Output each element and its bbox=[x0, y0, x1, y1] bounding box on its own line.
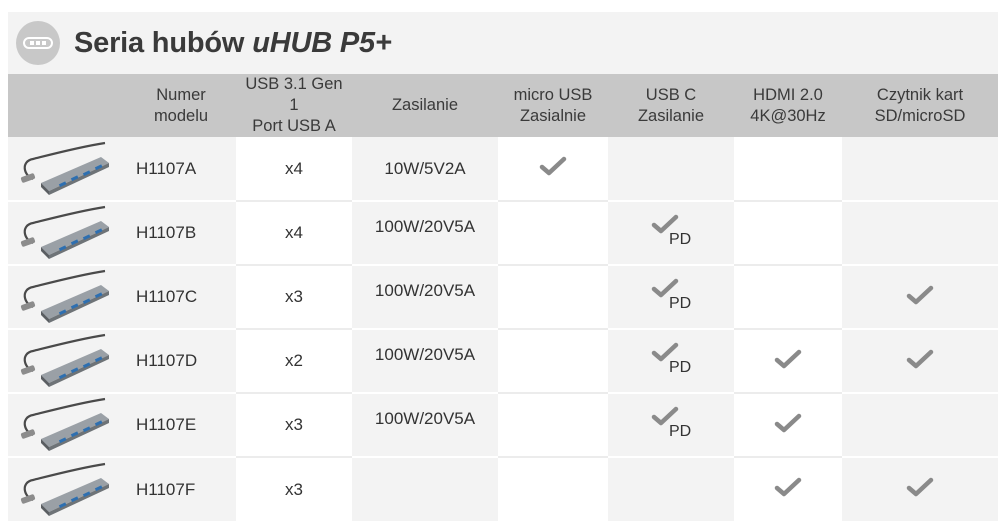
model-number-cell: H1107C bbox=[126, 264, 236, 329]
check-icon bbox=[906, 284, 934, 311]
power-value: 100W/20V5A bbox=[374, 345, 476, 364]
spec-panel: Seria hubów uHUB P5+ Numer modelu USB 3.1 G… bbox=[8, 12, 998, 521]
check-icon bbox=[774, 412, 802, 439]
col-image-header bbox=[8, 74, 126, 137]
model-number-cell: H1107E bbox=[126, 392, 236, 457]
hdmi-cell bbox=[734, 456, 842, 521]
check-pd-icon: PD bbox=[647, 275, 695, 315]
power-value: 100W/20V5A bbox=[374, 409, 476, 428]
usb-a-cell: x4 bbox=[236, 137, 352, 201]
col-power-header: Zasilanie bbox=[352, 74, 498, 137]
usb-c-cell bbox=[608, 456, 734, 521]
card-reader-cell bbox=[842, 392, 998, 457]
usb-hub-image bbox=[8, 139, 126, 199]
table-header-row: Numer modelu USB 3.1 Gen 1 Port USB A Zasila… bbox=[8, 74, 998, 137]
model-number-cell: H1107A bbox=[126, 137, 236, 201]
spec-table: Numer modelu USB 3.1 Gen 1 Port USB A Zasila… bbox=[8, 74, 998, 521]
pd-label: PD bbox=[669, 422, 692, 440]
check-icon bbox=[906, 476, 934, 503]
usb-a-cell: x3 bbox=[236, 392, 352, 457]
hdmi-cell bbox=[734, 392, 842, 457]
pd-label: PD bbox=[669, 358, 692, 376]
col-model-number-header: Numer modelu bbox=[126, 74, 236, 137]
check-icon bbox=[906, 348, 934, 375]
card-reader-cell bbox=[842, 328, 998, 393]
micro-usb-cell bbox=[498, 456, 608, 521]
table-row: H1107D x2 100W/20V5A PD bbox=[8, 328, 998, 393]
check-icon bbox=[774, 348, 802, 375]
col-card-reader-header: Czytnik kart SD/microSD bbox=[842, 74, 998, 137]
product-image-cell bbox=[8, 456, 126, 521]
hdmi-cell bbox=[734, 200, 842, 265]
power-cell bbox=[352, 456, 498, 521]
micro-usb-cell bbox=[498, 328, 608, 393]
product-image-cell bbox=[8, 392, 126, 457]
page-title: Seria hubów uHUB P5+ bbox=[74, 27, 392, 60]
table-body: H1107A x4 10W/5V2A H1107B x4 100W/20V5A PD H110… bbox=[8, 137, 998, 521]
power-value: 100W/20V5A bbox=[374, 217, 476, 236]
micro-usb-cell bbox=[498, 137, 608, 201]
product-image-cell bbox=[8, 137, 126, 201]
usb-a-cell: x3 bbox=[236, 456, 352, 521]
model-number-cell: H1107D bbox=[126, 328, 236, 393]
card-reader-cell bbox=[842, 200, 998, 265]
usb-c-cell: PD bbox=[608, 200, 734, 265]
usb-c-cell: PD bbox=[608, 392, 734, 457]
check-pd-icon: PD bbox=[647, 211, 695, 251]
usb-a-cell: x3 bbox=[236, 264, 352, 329]
col-usb-c-header: USB C Zasilanie bbox=[608, 74, 734, 137]
usb-hub-image bbox=[8, 331, 126, 391]
power-cell: 100W/20V5A bbox=[352, 264, 498, 329]
card-reader-cell bbox=[842, 456, 998, 521]
card-reader-cell bbox=[842, 264, 998, 329]
product-image-cell bbox=[8, 264, 126, 329]
product-image-cell bbox=[8, 200, 126, 265]
model-number-cell: H1107F bbox=[126, 456, 236, 521]
power-cell: 10W/5V2A bbox=[352, 137, 498, 201]
usb-c-cell: PD bbox=[608, 264, 734, 329]
col-micro-usb-header: micro USB Zasialnie bbox=[498, 74, 608, 137]
power-cell: 100W/20V5A bbox=[352, 328, 498, 393]
table-row: H1107E x3 100W/20V5A PD bbox=[8, 392, 998, 457]
hdmi-cell bbox=[734, 137, 842, 201]
pd-label: PD bbox=[669, 230, 692, 248]
col-usb-a-header: USB 3.1 Gen 1 Port USB A bbox=[236, 74, 352, 137]
micro-usb-cell bbox=[498, 200, 608, 265]
power-cell: 100W/20V5A bbox=[352, 392, 498, 457]
pd-label: PD bbox=[669, 294, 692, 312]
card-reader-cell bbox=[842, 137, 998, 201]
micro-usb-cell bbox=[498, 264, 608, 329]
micro-usb-cell bbox=[498, 392, 608, 457]
check-icon bbox=[774, 476, 802, 503]
hdmi-cell bbox=[734, 264, 842, 329]
power-cell: 100W/20V5A bbox=[352, 200, 498, 265]
col-hdmi-header: HDMI 2.0 4K@30Hz bbox=[734, 74, 842, 137]
usb-a-cell: x2 bbox=[236, 328, 352, 393]
usb-a-cell: x4 bbox=[236, 200, 352, 265]
title-bar: Seria hubów uHUB P5+ bbox=[8, 12, 998, 74]
usb-c-cell: PD bbox=[608, 328, 734, 393]
model-number-cell: H1107B bbox=[126, 200, 236, 265]
title-prefix: Seria hubów bbox=[74, 26, 245, 59]
usb-hub-image bbox=[8, 460, 126, 520]
hdmi-cell bbox=[734, 328, 842, 393]
product-image-cell bbox=[8, 328, 126, 393]
power-value: 100W/20V5A bbox=[374, 281, 476, 300]
check-pd-icon: PD bbox=[647, 339, 695, 379]
usb-c-cell bbox=[608, 137, 734, 201]
table-row: H1107B x4 100W/20V5A PD bbox=[8, 200, 998, 265]
usb-hub-image bbox=[8, 395, 126, 455]
usb-hub-image bbox=[8, 203, 126, 263]
table-row: H1107A x4 10W/5V2A bbox=[8, 137, 998, 201]
table-row: H1107C x3 100W/20V5A PD bbox=[8, 264, 998, 329]
title-model: uHUB P5+ bbox=[252, 26, 392, 59]
power-value: 10W/5V2A bbox=[384, 158, 466, 178]
table-row: H1107F x3 bbox=[8, 456, 998, 521]
hub-logo-icon bbox=[16, 21, 60, 65]
check-pd-icon: PD bbox=[647, 403, 695, 443]
check-icon bbox=[539, 155, 567, 182]
usb-hub-image bbox=[8, 267, 126, 327]
